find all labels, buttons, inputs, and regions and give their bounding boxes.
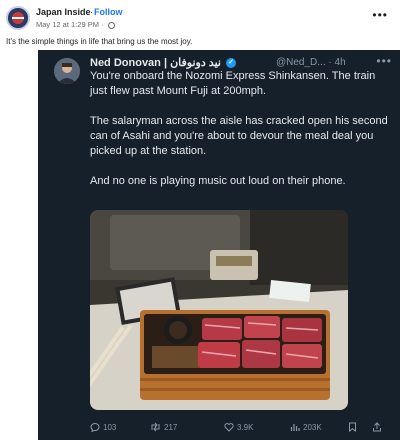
globe-icon bbox=[107, 21, 115, 29]
tweet-author-name[interactable]: Ned Donovan | نيد دونوفان ✓ bbox=[90, 56, 237, 69]
embedded-tweet: Ned Donovan | نيد دونوفان ✓ @Ned_D... · … bbox=[38, 50, 400, 440]
bookmark-action[interactable] bbox=[348, 422, 357, 432]
post-timestamp[interactable]: May 12 at 1:29 PM bbox=[36, 20, 99, 29]
page-avatar[interactable] bbox=[6, 6, 30, 30]
tweet-photo[interactable] bbox=[90, 210, 348, 410]
reply-action[interactable]: 103 bbox=[90, 422, 116, 432]
tweet-more-icon[interactable]: ••• bbox=[376, 54, 392, 68]
tweet-handle[interactable]: @Ned_D... bbox=[276, 57, 326, 68]
verified-badge-icon: ✓ bbox=[226, 58, 237, 69]
like-action[interactable]: 3.9K bbox=[224, 422, 253, 432]
reply-count: 103 bbox=[103, 422, 117, 432]
follow-button[interactable]: Follow bbox=[94, 7, 123, 17]
retweet-count: 217 bbox=[164, 422, 178, 432]
heart-icon bbox=[224, 423, 234, 432]
share-action[interactable] bbox=[372, 422, 382, 432]
tweet-paragraph-2: The salaryman across the aisle has crack… bbox=[90, 115, 388, 157]
post-meta: May 12 at 1:29 PM · bbox=[36, 20, 115, 29]
tweet-time[interactable]: 4h bbox=[335, 57, 346, 68]
views-action[interactable]: 203K bbox=[290, 422, 322, 432]
post-header: Japan Inside · Follow May 12 at 1:29 PM … bbox=[6, 4, 394, 34]
separator-dot: · bbox=[90, 7, 93, 17]
tweet-author-avatar[interactable] bbox=[54, 58, 80, 84]
meta-separator: · bbox=[101, 20, 104, 29]
handle-separator: · bbox=[328, 57, 332, 68]
views-count: 203K bbox=[303, 422, 322, 432]
like-count: 3.9K bbox=[237, 422, 254, 432]
tweet-paragraph-1: You're onboard the Nozomi Express Shinka… bbox=[90, 70, 376, 97]
retweet-icon bbox=[151, 422, 160, 432]
page-name[interactable]: Japan Inside bbox=[36, 7, 91, 17]
retweet-action[interactable]: 217 bbox=[150, 422, 177, 432]
reply-icon bbox=[90, 423, 100, 432]
post-caption: It's the simple things in life that brin… bbox=[6, 37, 193, 46]
tweet-handle-time: @Ned_D... · 4h bbox=[276, 57, 346, 68]
tweet-paragraph-3: And no one is playing music out loud on … bbox=[90, 175, 346, 187]
views-chart-icon bbox=[290, 424, 300, 431]
author-name-text: Ned Donovan | نيد دونوفان bbox=[90, 57, 221, 69]
bookmark-icon bbox=[349, 422, 356, 432]
share-icon bbox=[373, 422, 381, 432]
more-options-icon[interactable]: ••• bbox=[372, 8, 388, 22]
tweet-actions: 103 217 3.9K 203K bbox=[90, 422, 390, 436]
